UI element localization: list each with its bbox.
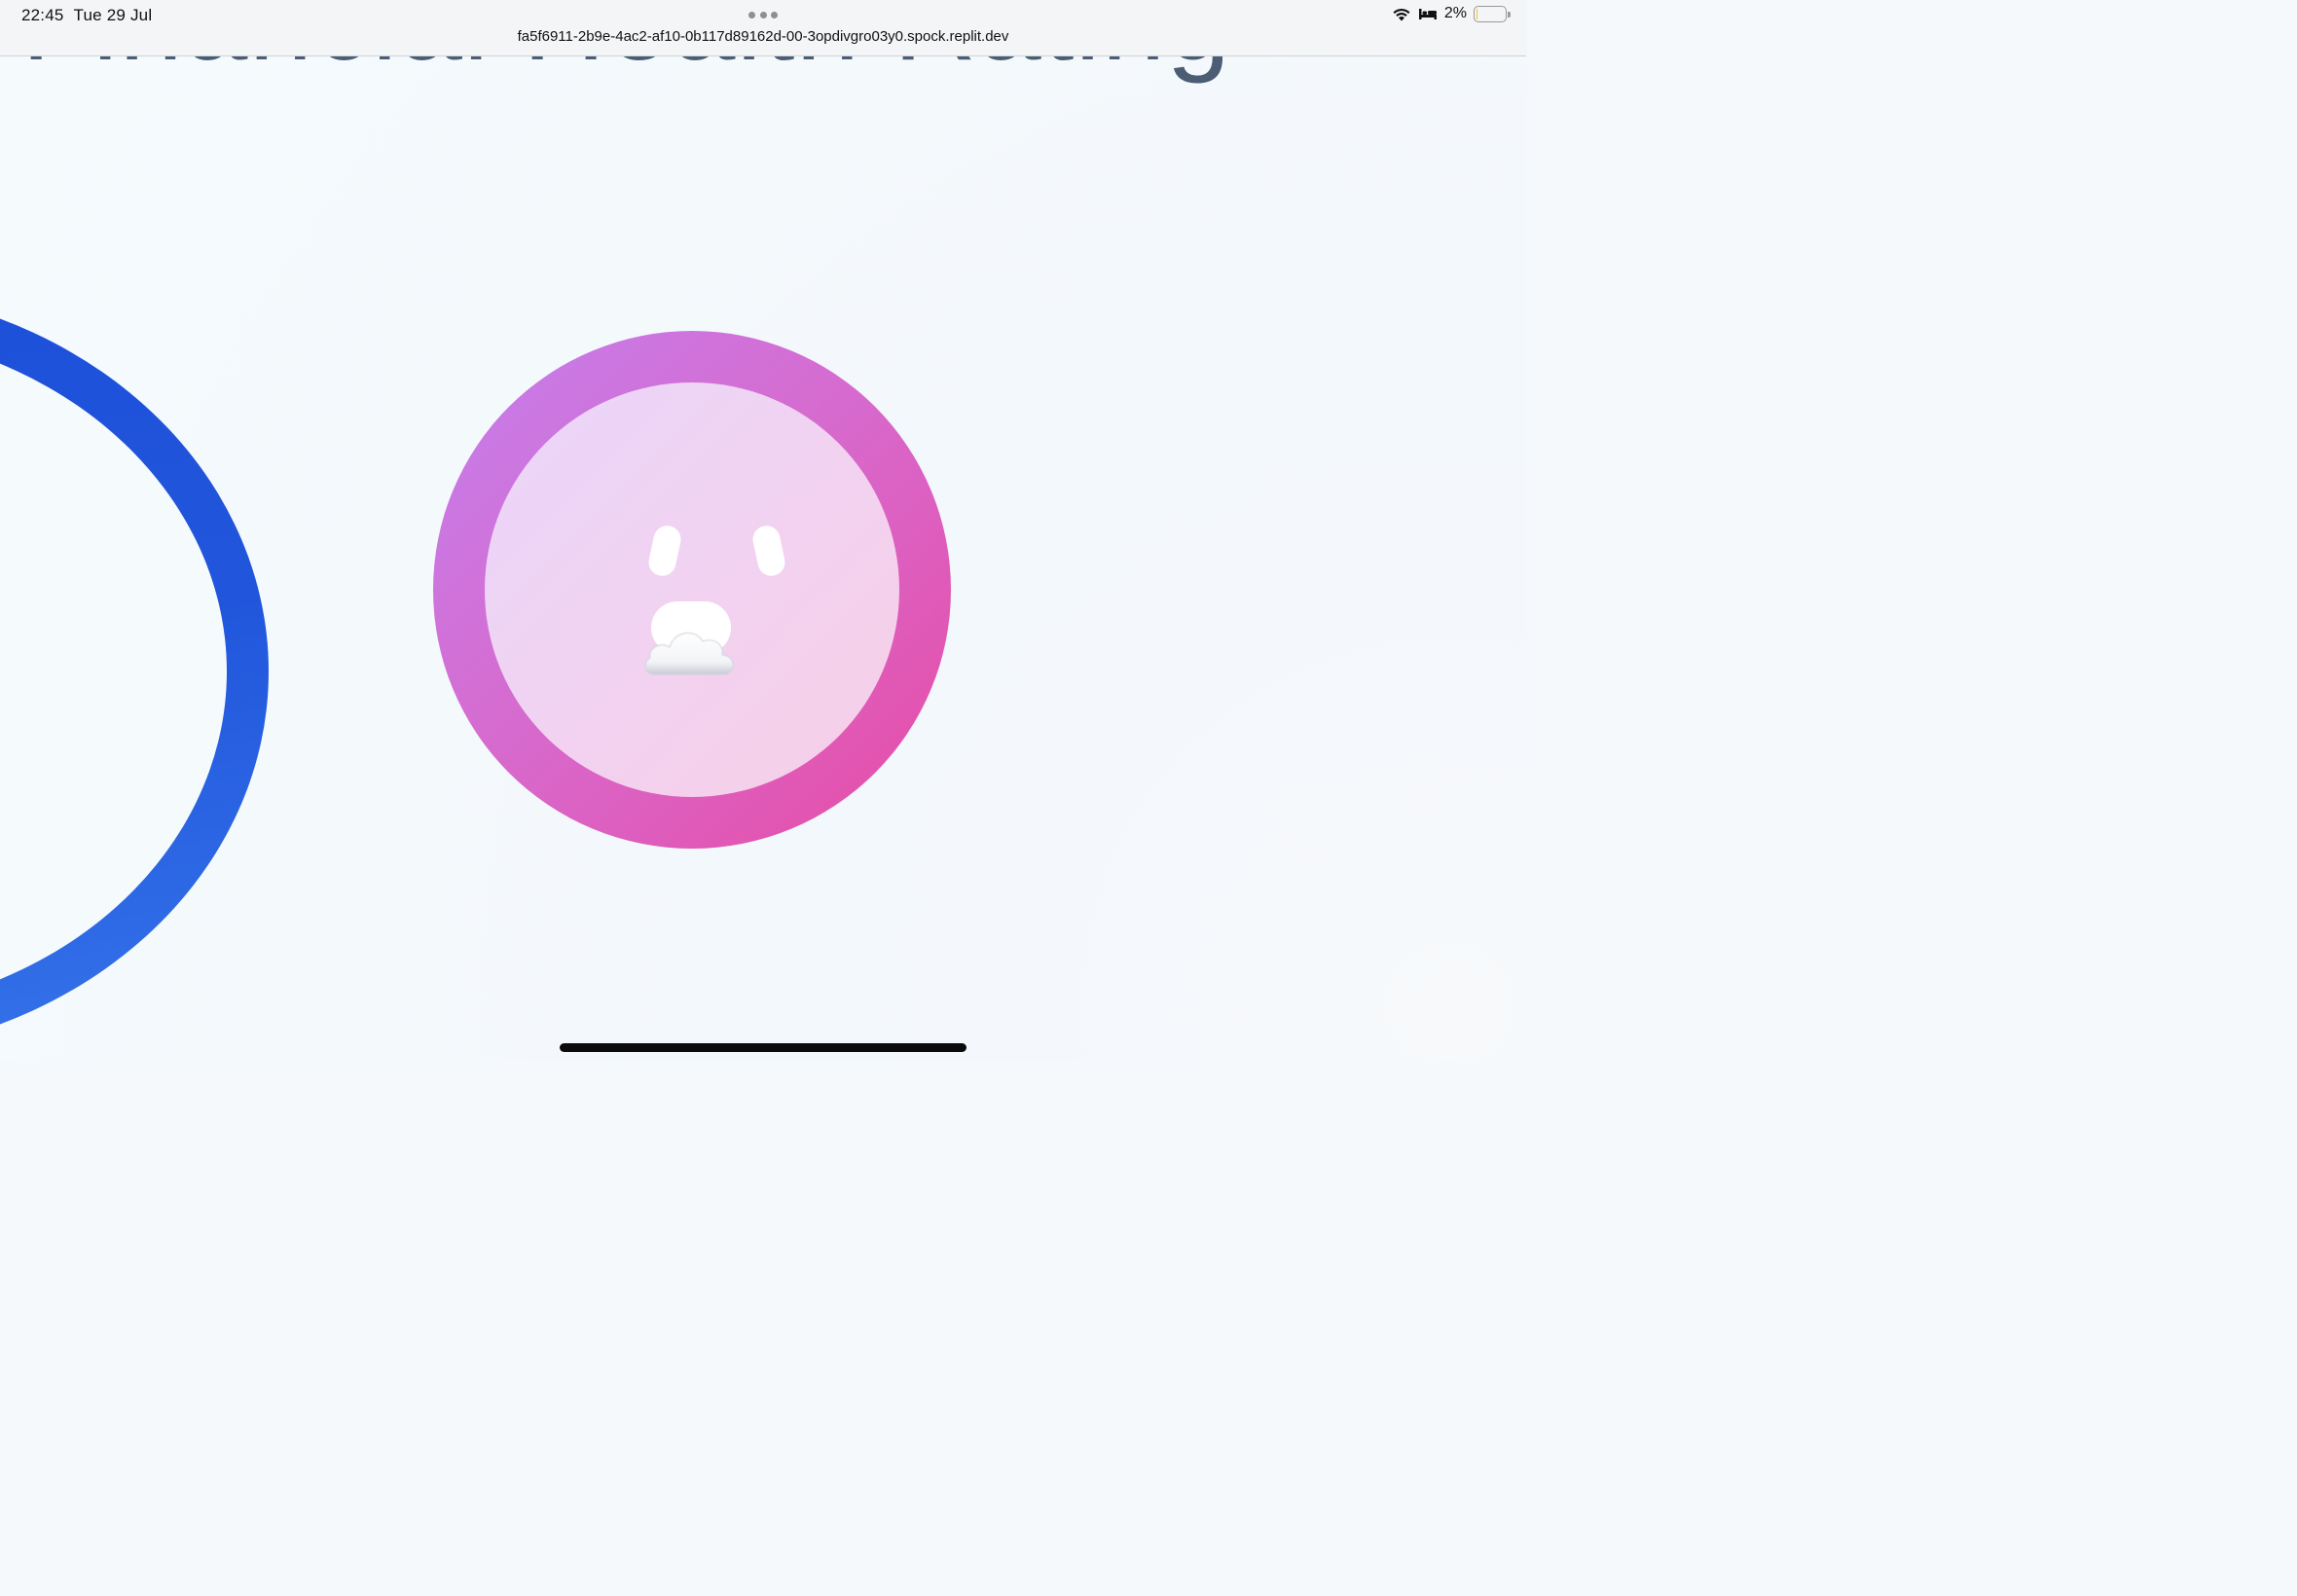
status-indicators: 2% <box>1392 5 1511 22</box>
gauge-face <box>485 382 899 797</box>
rating-gauge <box>433 331 951 849</box>
battery-percent: 2% <box>1443 5 1467 21</box>
health-score-ring <box>0 287 269 1056</box>
wifi-icon <box>1393 8 1410 20</box>
status-time: 22:45 <box>21 6 64 24</box>
status-clock: 22:45 Tue 29 Jul <box>21 6 152 25</box>
ellipsis-icon[interactable] <box>748 11 778 18</box>
battery-icon <box>1474 5 1511 22</box>
left-eye <box>645 523 684 579</box>
right-eye <box>749 523 788 579</box>
address-bar[interactable]: fa5f6911-2b9e-4ac2-af10-0b117d89162d-00-… <box>0 28 1526 45</box>
cloud-emoji-icon <box>644 633 734 675</box>
app-page: Financial Health Rating 22:45Tue 29 Jul … <box>0 0 1526 1061</box>
status-date: Tue 29 Jul <box>73 6 153 24</box>
home-indicator[interactable] <box>560 1043 966 1052</box>
sleep-bed-icon <box>1418 9 1437 19</box>
browser-toolbar: 22:45 Tue 29 Jul fa5f6911-2b9e-4ac2-af10-… <box>0 0 1526 56</box>
